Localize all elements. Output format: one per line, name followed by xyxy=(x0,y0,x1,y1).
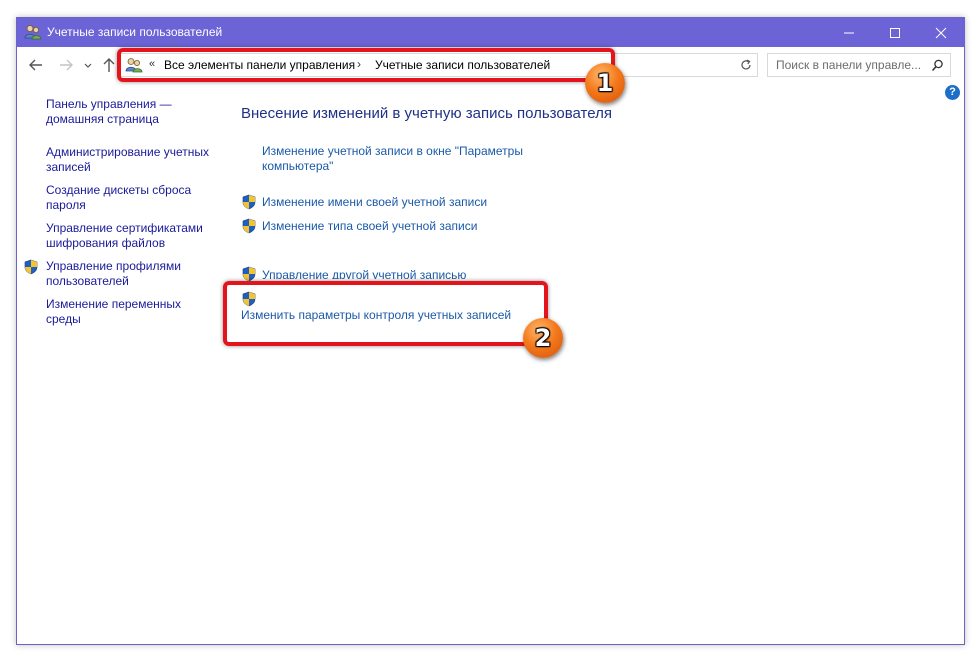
back-button[interactable] xyxy=(27,56,45,74)
close-icon xyxy=(935,27,947,39)
title-bar[interactable]: Учетные записи пользователей xyxy=(17,18,964,47)
search-input[interactable]: Поиск в панели управле... xyxy=(776,58,921,72)
link-change-account-type[interactable]: Изменение типа своей учетной записи xyxy=(262,219,477,234)
search-icon[interactable] xyxy=(931,59,944,75)
step-badge-1-label: 1 xyxy=(596,69,614,97)
help-button[interactable]: ? xyxy=(945,85,960,100)
sidebar-item-account-administration[interactable]: Администрирование учетных записей xyxy=(46,145,221,175)
minimize-button[interactable] xyxy=(826,18,872,47)
uac-shield-icon xyxy=(23,259,39,275)
step-badge-2: 2 xyxy=(523,318,563,358)
step-badge-2-label: 2 xyxy=(534,324,552,352)
sidebar-item-environment-variables[interactable]: Изменение переменных среды xyxy=(46,297,196,327)
chevron-down-icon xyxy=(84,63,92,68)
link-change-account-name[interactable]: Изменение имени своей учетной записи xyxy=(262,195,487,210)
sidebar-home-link[interactable]: Панель управления — домашняя страница xyxy=(46,97,196,127)
forward-button[interactable] xyxy=(57,56,75,74)
refresh-icon xyxy=(741,59,751,70)
refresh-button[interactable] xyxy=(735,53,758,77)
maximize-button[interactable] xyxy=(872,18,918,47)
minimize-icon xyxy=(844,32,854,34)
search-box[interactable]: Поиск в панели управле... xyxy=(767,53,951,77)
arrow-up-icon xyxy=(103,58,115,72)
arrow-left-icon xyxy=(29,59,42,71)
step-badge-1: 1 xyxy=(585,63,625,103)
arrow-right-icon xyxy=(60,59,73,71)
callout-highlight-1 xyxy=(117,48,615,82)
close-button[interactable] xyxy=(918,18,964,47)
window-title: Учетные записи пользователей xyxy=(47,25,223,39)
up-button[interactable] xyxy=(100,56,118,74)
recent-locations-button[interactable] xyxy=(82,56,94,74)
page-title: Внесение изменений в учетную запись поль… xyxy=(241,105,612,122)
sidebar-item-password-reset-disk[interactable]: Создание дискеты сброса пароля xyxy=(46,183,221,213)
uac-shield-icon xyxy=(241,194,257,210)
sidebar-item-user-profiles[interactable]: Управление профилями пользователей xyxy=(46,259,221,289)
uac-shield-icon xyxy=(241,218,257,234)
user-accounts-icon xyxy=(24,24,42,40)
callout-highlight-2 xyxy=(223,281,548,346)
uac-shield-icon xyxy=(241,266,257,282)
link-manage-another-account[interactable]: Управление другой учетной записью xyxy=(262,268,466,279)
sidebar-item-encryption-certificates[interactable]: Управление сертификатами шифрования файл… xyxy=(46,221,221,251)
link-change-account-in-settings[interactable]: Изменение учетной записи в окне "Парамет… xyxy=(262,144,552,174)
maximize-icon xyxy=(890,28,900,38)
